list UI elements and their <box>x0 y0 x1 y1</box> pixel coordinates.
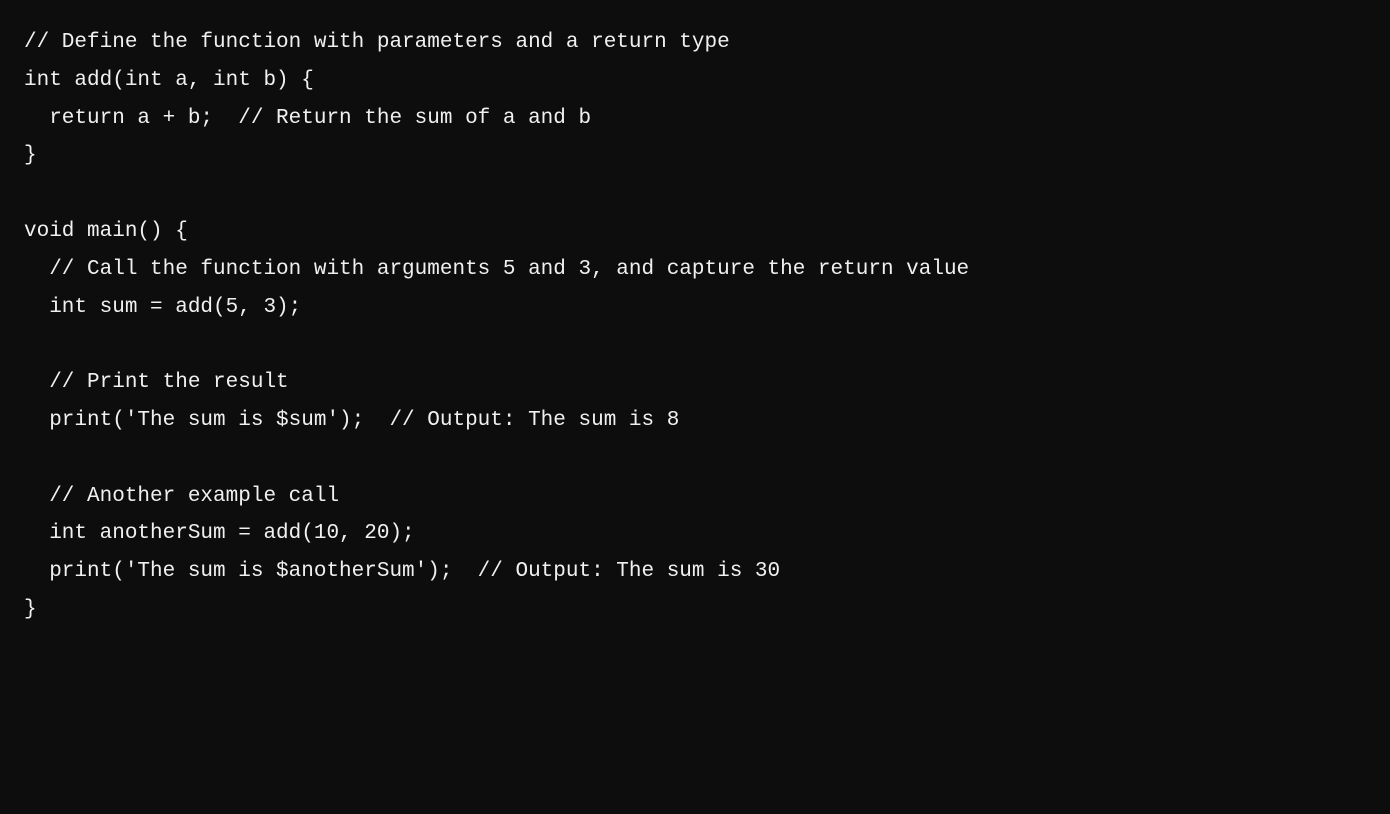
code-line: } <box>24 137 1366 175</box>
code-line: int sum = add(5, 3); <box>24 289 1366 327</box>
code-line: // Define the function with parameters a… <box>24 24 1366 62</box>
code-line: } <box>24 591 1366 629</box>
code-line: // Call the function with arguments 5 an… <box>24 251 1366 289</box>
code-line: // Print the result <box>24 364 1366 402</box>
code-line: void main() { <box>24 213 1366 251</box>
code-line: print('The sum is $anotherSum'); // Outp… <box>24 553 1366 591</box>
code-line <box>24 326 1366 364</box>
code-line: return a + b; // Return the sum of a and… <box>24 100 1366 138</box>
code-line <box>24 175 1366 213</box>
code-line <box>24 440 1366 478</box>
code-line: int anotherSum = add(10, 20); <box>24 515 1366 553</box>
code-line: print('The sum is $sum'); // Output: The… <box>24 402 1366 440</box>
code-line: int add(int a, int b) { <box>24 62 1366 100</box>
code-block: // Define the function with parameters a… <box>24 24 1366 629</box>
code-line: // Another example call <box>24 478 1366 516</box>
